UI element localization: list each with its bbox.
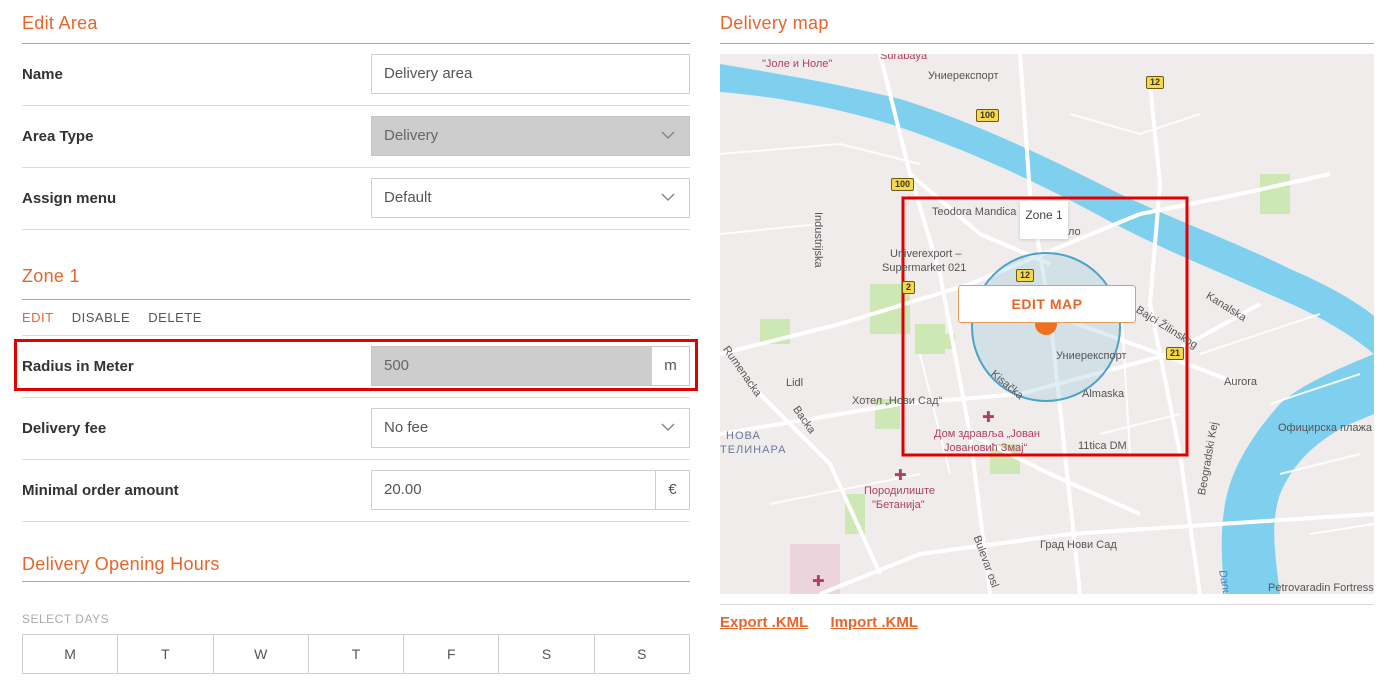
days-selector: M T W T F S S: [22, 634, 690, 674]
road-badge-100b: 100: [891, 178, 915, 191]
assign-menu-row: Assign menu Default: [22, 168, 690, 230]
map-label-lidl: Lidl: [786, 377, 804, 389]
road-badge-12b: 12: [1016, 269, 1035, 282]
map-label-zlo: ло: [1068, 226, 1081, 238]
delivery-fee-value: No fee: [384, 419, 429, 436]
zone-title: Zone 1: [22, 252, 690, 300]
zone-disable-link[interactable]: DISABLE: [72, 310, 130, 325]
day-mon[interactable]: M: [23, 635, 119, 673]
map-label-surabaya: Surabaya: [880, 54, 928, 62]
zone-actions: EDIT DISABLE DELETE: [22, 300, 690, 336]
min-order-label: Minimal order amount: [22, 482, 179, 499]
map-label-supermarket: Supermarket 021: [882, 262, 967, 274]
road-badge-12a: 12: [1146, 76, 1165, 89]
hospital-icon: ✚: [894, 467, 907, 484]
map-label-grad: Град Нови Сад: [1040, 539, 1117, 551]
map-label-aurora: Aurora: [1224, 376, 1258, 388]
hospital-icon: ✚: [812, 573, 825, 590]
delivery-fee-row: Delivery fee No fee: [22, 398, 690, 460]
map-label-jole: "Јоле и Ноле": [762, 58, 833, 70]
map-label-dom2: Јовановић Змај“: [944, 442, 1028, 454]
map-label-univerexport-top: Униерекспорт: [928, 70, 999, 82]
opening-hours-title: Delivery Opening Hours: [22, 544, 690, 582]
map-label-dm: 11tica DM: [1078, 440, 1127, 452]
assign-menu-select[interactable]: Default: [371, 178, 690, 218]
edit-area-title: Edit Area: [22, 0, 690, 44]
kml-links: Export .KML Import .KML: [720, 614, 936, 631]
day-fri[interactable]: F: [404, 635, 500, 673]
select-days-label: SELECT DAYS: [22, 612, 110, 626]
map-label-dom1: Дом здравља „Јован: [934, 428, 1040, 440]
map-label-petrovaradin: Petrovaradin Fortress: [1268, 582, 1374, 594]
name-input[interactable]: Delivery area: [371, 54, 690, 94]
area-type-select[interactable]: Delivery: [371, 116, 690, 156]
map-base: [720, 54, 1374, 594]
road-badge-100a: 100: [976, 109, 1000, 122]
edit-area-panel: Edit Area Name Delivery area Area Type D…: [22, 0, 690, 674]
zone-tooltip: Zone 1: [1020, 201, 1068, 239]
radius-highlight: [14, 339, 698, 391]
min-order-currency: €: [655, 471, 689, 509]
min-order-input[interactable]: 20.00 €: [371, 470, 690, 510]
map-label-hotel: Хотел „Нови Сад“: [852, 395, 943, 407]
area-type-value: Delivery: [384, 127, 439, 144]
day-wed[interactable]: W: [214, 635, 309, 673]
hospital-icon: ✚: [982, 409, 995, 426]
map-divider: [720, 604, 1374, 605]
road-badge-2: 2: [902, 281, 916, 294]
map-label-univerexport-market: Univerexport –: [890, 248, 962, 260]
zone-edit-link[interactable]: EDIT: [22, 310, 54, 325]
area-type-label: Area Type: [22, 128, 94, 145]
chevron-down-icon: [661, 423, 675, 432]
edit-map-button[interactable]: EDIT MAP: [958, 285, 1136, 323]
chevron-down-icon: [661, 193, 675, 202]
map-label-industrijska: Industrijska: [812, 212, 824, 268]
min-order-value: 20.00: [384, 481, 422, 498]
assign-menu-value: Default: [384, 189, 432, 206]
name-label: Name: [22, 66, 63, 83]
map-canvas[interactable]: Surabaya "Јоле и Ноле" Униерекспорт Teod…: [720, 54, 1374, 594]
map-label-oficirska: Официрска плажа: [1278, 422, 1373, 434]
min-order-row: Minimal order amount 20.00 €: [22, 460, 690, 522]
map-label-teodora: Teodora Mandica: [932, 206, 1017, 218]
zone-delete-link[interactable]: DELETE: [148, 310, 202, 325]
map-label-almaska: Almaska: [1082, 388, 1125, 400]
day-sat[interactable]: S: [499, 635, 595, 673]
day-thu[interactable]: T: [309, 635, 405, 673]
export-kml-link[interactable]: Export .KML: [720, 614, 808, 631]
delivery-map-panel: Delivery map Surabaya "Јоле и Ноле" Уние…: [720, 0, 1374, 631]
name-row: Name Delivery area: [22, 44, 690, 106]
import-kml-link[interactable]: Import .KML: [831, 614, 919, 631]
map-label-nova: НОВА: [726, 430, 761, 442]
road-badge-21: 21: [1166, 347, 1185, 360]
map-label-univerexport-center: Униерекспорт: [1056, 350, 1127, 362]
map-label-porodiliste1: Породилиште: [864, 485, 936, 497]
map-label-telinara: ТЕЛИНАРА: [720, 444, 787, 456]
delivery-map-title: Delivery map: [720, 0, 1374, 44]
delivery-fee-label: Delivery fee: [22, 420, 107, 437]
map-label-porodiliste2: "Бетанија": [872, 499, 925, 511]
delivery-fee-select[interactable]: No fee: [371, 408, 690, 448]
day-tue[interactable]: T: [118, 635, 214, 673]
day-sun[interactable]: S: [595, 635, 689, 673]
chevron-down-icon: [661, 131, 675, 140]
area-type-row: Area Type Delivery: [22, 106, 690, 168]
assign-menu-label: Assign menu: [22, 190, 117, 207]
name-value: Delivery area: [384, 65, 473, 82]
